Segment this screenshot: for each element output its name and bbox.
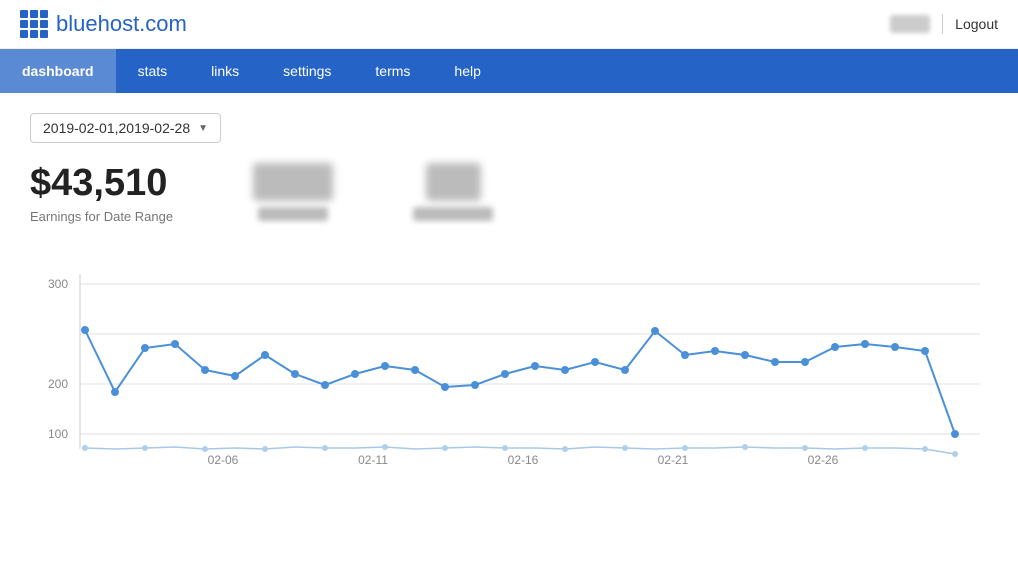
blurred-value-2: [426, 163, 481, 201]
dot-primary-25: [831, 343, 839, 351]
chart-container: 300 200 100 02-06 02-11 02-16 02-21 02-2…: [30, 254, 990, 474]
blurred-stat-1: [253, 163, 333, 221]
dot-primary-4: [201, 366, 209, 374]
earnings-stat: $43,510 Earnings for Date Range: [30, 163, 173, 224]
nav-item-links[interactable]: links: [189, 49, 261, 93]
blurred-label-2: [413, 207, 493, 221]
dot-primary-17: [591, 358, 599, 366]
dot-secondary-9: [622, 445, 628, 451]
date-range-value: 2019-02-01,2019-02-28: [43, 120, 190, 136]
svg-text:02-06: 02-06: [208, 453, 239, 467]
main-nav: dashboard stats links settings terms hel…: [0, 49, 1018, 93]
dot-primary-18: [621, 366, 629, 374]
dot-primary-0: [81, 326, 89, 334]
user-avatar: [890, 15, 930, 33]
dot-primary-14: [501, 370, 509, 378]
dot-primary-11: [411, 366, 419, 374]
dot-secondary-4: [322, 445, 328, 451]
blurred-label-1: [258, 207, 328, 221]
logout-button[interactable]: Logout: [955, 16, 998, 32]
dot-secondary-10: [682, 445, 688, 451]
dot-primary-13: [471, 381, 479, 389]
dot-secondary-0: [82, 445, 88, 451]
dot-primary-5: [231, 372, 239, 380]
logo-grid-icon: [20, 10, 48, 38]
dot-primary-20: [681, 351, 689, 359]
dot-primary-24: [801, 358, 809, 366]
dot-primary-9: [351, 370, 359, 378]
dot-primary-26: [861, 340, 869, 348]
chevron-down-icon: ▼: [198, 123, 208, 134]
blurred-value-1: [253, 163, 333, 201]
earnings-label: Earnings for Date Range: [30, 209, 173, 224]
logo-text: bluehost.com: [56, 11, 187, 37]
dot-secondary-6: [442, 445, 448, 451]
svg-text:02-16: 02-16: [508, 453, 539, 467]
nav-item-stats[interactable]: stats: [116, 49, 190, 93]
dot-primary-10: [381, 362, 389, 370]
svg-text:02-21: 02-21: [658, 453, 689, 467]
nav-item-help[interactable]: help: [432, 49, 502, 93]
dot-primary-2: [141, 344, 149, 352]
svg-text:100: 100: [48, 427, 68, 441]
dot-secondary-12: [802, 445, 808, 451]
main-content: 2019-02-01,2019-02-28 ▼ $43,510 Earnings…: [0, 93, 1018, 494]
stats-row: $43,510 Earnings for Date Range: [30, 163, 988, 224]
earnings-chart: 300 200 100 02-06 02-11 02-16 02-21 02-2…: [30, 254, 990, 474]
dot-secondary-1: [142, 445, 148, 451]
dot-primary-16: [561, 366, 569, 374]
svg-text:02-26: 02-26: [808, 453, 839, 467]
nav-item-dashboard[interactable]: dashboard: [0, 49, 116, 93]
dot-primary-19: [651, 327, 659, 335]
dot-secondary-3: [262, 446, 268, 452]
dot-primary-7: [291, 370, 299, 378]
dot-secondary-8: [562, 446, 568, 452]
dot-secondary-7: [502, 445, 508, 451]
dot-primary-21: [711, 347, 719, 355]
primary-data-line: [85, 330, 955, 434]
dot-primary-28: [921, 347, 929, 355]
dot-primary-12: [441, 383, 449, 391]
svg-text:300: 300: [48, 277, 68, 291]
dot-secondary-13: [862, 445, 868, 451]
dot-secondary-2: [202, 446, 208, 452]
nav-item-terms[interactable]: terms: [353, 49, 432, 93]
dot-primary-3: [171, 340, 179, 348]
dot-secondary-14: [922, 446, 928, 452]
blurred-stat-2: [413, 163, 493, 221]
dot-primary-1: [111, 388, 119, 396]
dot-primary-6: [261, 351, 269, 359]
header-divider: [942, 14, 943, 34]
dot-primary-27: [891, 343, 899, 351]
svg-text:200: 200: [48, 377, 68, 391]
dot-primary-15: [531, 362, 539, 370]
date-range-dropdown[interactable]: 2019-02-01,2019-02-28 ▼: [30, 113, 221, 143]
header-right: Logout: [890, 14, 998, 34]
earnings-amount: $43,510: [30, 163, 173, 205]
dot-primary-23: [771, 358, 779, 366]
svg-text:02-11: 02-11: [358, 453, 388, 467]
header: bluehost.com Logout: [0, 0, 1018, 49]
logo-area: bluehost.com: [20, 10, 187, 38]
dot-primary-8: [321, 381, 329, 389]
dot-primary-29: [951, 430, 959, 438]
dot-secondary-5: [382, 444, 388, 450]
nav-item-settings[interactable]: settings: [261, 49, 353, 93]
dot-secondary-15: [952, 451, 958, 457]
dot-secondary-11: [742, 444, 748, 450]
dot-primary-22: [741, 351, 749, 359]
